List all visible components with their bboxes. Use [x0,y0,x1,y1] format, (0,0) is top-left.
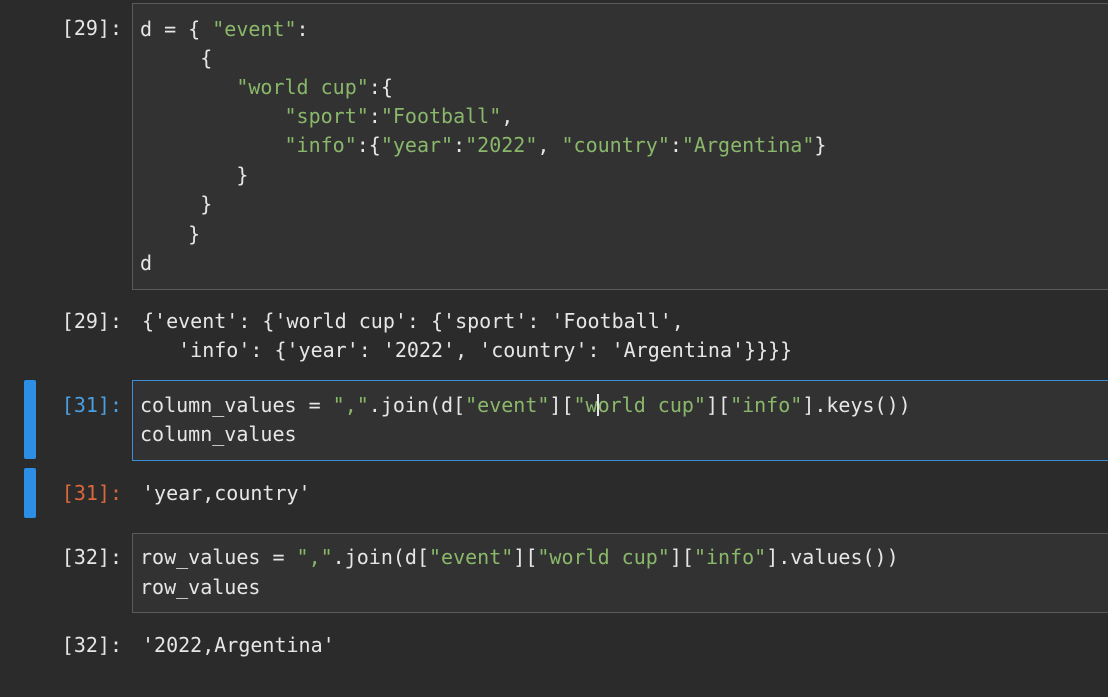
code-line: } [140,190,212,219]
code-string-token: "country" [561,133,670,157]
code-token: } [140,163,249,187]
code-token: } [140,222,201,246]
code-token: row_values = [140,545,297,569]
code-token: d = { [140,17,213,41]
code-string-token: "world cup" [236,75,369,99]
code-line: "sport":"Football", [140,102,514,131]
cell-31-code-editor[interactable]: column_values = ",".join(d["event"]["wor… [132,380,1108,461]
code-token: :{ [368,75,393,99]
code-token: ][ [549,393,574,417]
cell-29-output-prompt: [29]: [61,309,122,333]
cell-31-output-line: 'year,country' [142,481,311,505]
code-token: } [814,133,827,157]
code-token: : [669,133,682,157]
code-token: .join(d[ [368,393,466,417]
code-token: column_values [140,422,297,446]
code-token: :{ [356,133,381,157]
code-token: .join(d[ [332,545,429,569]
code-token: column_values = [140,393,333,417]
cell-32-output-prompt: [32]: [61,633,122,657]
code-string-token: "event" [212,17,297,41]
code-string-token: "year" [380,133,454,157]
code-line: "world cup":{ [140,73,393,102]
code-line: { [140,44,212,73]
cell-29-output-line: 'info': {'year': '2022', 'country': 'Arg… [142,338,793,362]
code-token: : [368,104,381,128]
code-string-token: "info" [284,133,357,157]
active-cell-input-bar[interactable] [24,380,36,459]
cell-32-input-prompt: [32]: [61,545,122,569]
code-string-token: "Football" [380,104,502,128]
code-token: ].keys()) [802,393,911,417]
cell-31-output-prompt: [31]: [61,481,122,505]
code-string-token: orld cup" [597,393,706,417]
code-token: d [140,251,153,275]
code-token: ][ [669,545,694,569]
code-line: column_values = ",".join(d["event"]["wor… [140,391,911,420]
code-string-token: "info" [730,393,803,417]
code-string-token: "event" [429,545,514,569]
cell-29-output-line: {'event': {'world cup': {'sport': 'Footb… [142,309,684,333]
code-line: d [140,249,152,278]
code-token: ][ [513,545,538,569]
code-token: : [453,133,466,157]
cell-29-input-prompt: [29]: [61,16,122,40]
code-string-token: "event" [465,393,550,417]
cell-31-input-prompt: [31]: [61,393,122,417]
code-string-token: "info" [693,545,767,569]
cell-32-code-editor[interactable]: row_values = ",".join(d["event"]["world … [132,533,1108,613]
code-string-token: "," [296,545,333,569]
code-token: } [140,192,213,216]
code-token: ][ [705,393,731,417]
code-string-token: "w [573,393,598,417]
active-cell-output-bar[interactable] [24,468,36,518]
code-string-token: "world cup" [537,545,670,569]
code-token: : [296,17,309,41]
code-string-token: "2022" [465,133,538,157]
code-line: } [140,220,200,249]
code-string-token: "," [332,393,369,417]
code-line: row_values [140,573,260,602]
code-line: row_values = ",".join(d["event"]["world … [140,543,899,572]
code-token: , [537,133,562,157]
code-token: ].values()) [766,545,899,569]
code-token: , [501,104,514,128]
code-line: d = { "event": [140,15,309,44]
code-string-token: "Argentina" [681,133,815,157]
code-line: } [140,161,248,190]
cell-29-code-editor[interactable]: d = { "event": { "world cup":{ "sport":"… [132,3,1108,290]
code-token: { [140,46,213,70]
code-line: "info":{"year":"2022", "country":"Argent… [140,131,827,160]
code-string-token: "sport" [284,104,369,128]
code-token: row_values [140,575,261,599]
code-line: column_values [140,420,297,449]
cell-32-output-line: '2022,Argentina' [142,633,335,657]
